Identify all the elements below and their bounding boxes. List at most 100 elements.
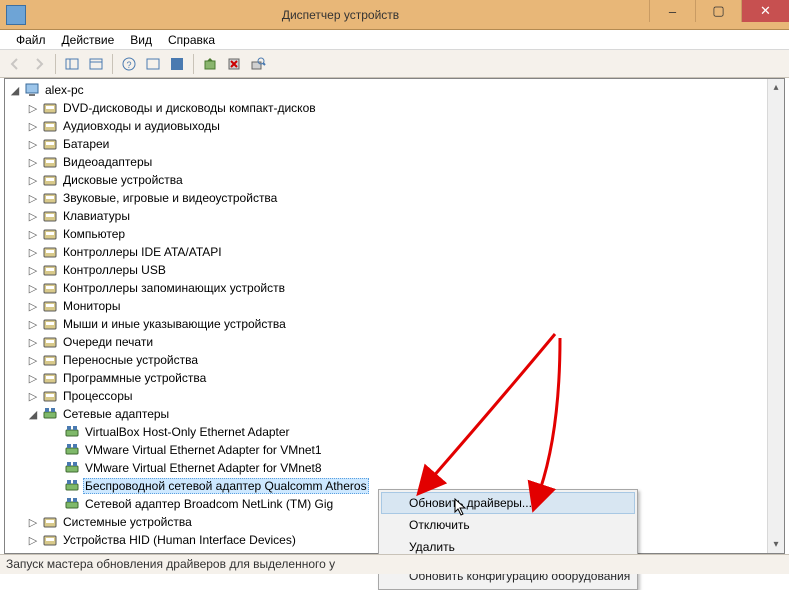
tree-device-label: Беспроводной сетевой адаптер Qualcomm At… (83, 478, 369, 494)
tree-category[interactable]: ▷ Компьютер (5, 225, 784, 243)
collapse-icon[interactable]: ◢ (27, 408, 39, 421)
tree-device[interactable]: VirtualBox Host-Only Ethernet Adapter (5, 423, 784, 441)
expand-icon[interactable]: ▷ (27, 228, 39, 241)
expand-icon[interactable]: ▷ (27, 372, 39, 385)
scroll-down-button[interactable]: ▾ (768, 536, 784, 553)
scroll-up-button[interactable]: ▴ (768, 79, 784, 96)
tree-category-label: Программные устройства (61, 370, 208, 386)
vertical-scrollbar[interactable]: ▴ ▾ (767, 79, 784, 553)
tree-device-label: VMware Virtual Ethernet Adapter for VMne… (83, 460, 324, 476)
tree-device[interactable]: VMware Virtual Ethernet Adapter for VMne… (5, 459, 784, 477)
tree-category[interactable]: ▷ Дисковые устройства (5, 171, 784, 189)
menu-view[interactable]: Вид (122, 31, 160, 49)
tree-category-label: Аудиовходы и аудиовыходы (61, 118, 222, 134)
back-button[interactable] (4, 53, 26, 75)
title-bar: Диспетчер устройств – ▢ ✕ (0, 0, 789, 30)
tree-category[interactable]: ▷ Процессоры (5, 387, 784, 405)
expand-icon[interactable]: ▷ (27, 516, 39, 529)
tree-category[interactable]: ▷ DVD-дисководы и дисководы компакт-диско… (5, 99, 784, 117)
menu-help[interactable]: Справка (160, 31, 223, 49)
svg-text:?: ? (126, 60, 131, 70)
expand-icon[interactable]: ▷ (27, 336, 39, 349)
expand-icon[interactable]: ▷ (27, 138, 39, 151)
show-hide-tree-button[interactable] (61, 53, 83, 75)
tree-category[interactable]: ▷Мыши и иные указывающие устройства (5, 315, 784, 333)
toolbar-separator (55, 54, 56, 74)
toolbar-separator (193, 54, 194, 74)
tree-category[interactable]: ▷Видеоадаптеры (5, 153, 784, 171)
close-button[interactable]: ✕ (741, 0, 789, 22)
expand-icon[interactable]: ▷ (27, 102, 39, 115)
tree-category-label: Очереди печати (61, 334, 155, 350)
tree-category[interactable]: ▷ Контроллеры USB (5, 261, 784, 279)
window-title: Диспетчер устройств (32, 8, 649, 22)
expand-icon[interactable]: ▷ (27, 210, 39, 223)
expand-icon[interactable]: ▷ (27, 156, 39, 169)
app-icon (6, 5, 26, 25)
tree-category-label: Системные устройства (61, 514, 194, 530)
tree-category[interactable]: ▷ Клавиатуры (5, 207, 784, 225)
tree-root[interactable]: ◢ alex-pc (5, 81, 784, 99)
help-button[interactable]: ? (118, 53, 140, 75)
minimize-button[interactable]: – (649, 0, 695, 22)
window-controls: – ▢ ✕ (649, 0, 789, 29)
tree-category-label: Мониторы (61, 298, 122, 314)
tree-category-label: Компьютер (61, 226, 127, 242)
expand-icon[interactable]: ▷ (27, 174, 39, 187)
tree-category[interactable]: ▷Контроллеры IDE ATA/ATAPI (5, 243, 784, 261)
expand-icon[interactable]: ▷ (27, 354, 39, 367)
tree-category-label: Дисковые устройства (61, 172, 185, 188)
expand-icon[interactable]: ▷ (27, 318, 39, 331)
toolbar: ? (0, 50, 789, 78)
tree-root-label: alex-pc (43, 82, 86, 98)
tree-category-label: Устройства HID (Human Interface Devices) (61, 532, 298, 548)
tree-category-label: Клавиатуры (61, 208, 132, 224)
device-tree[interactable]: ◢ alex-pc ▷ DVD-дисководы и дисководы компа… (5, 79, 784, 553)
maximize-button[interactable]: ▢ (695, 0, 741, 22)
expand-icon[interactable]: ▷ (27, 282, 39, 295)
tree-category-label: Процессоры (61, 388, 135, 404)
ctx-update-drivers[interactable]: Обновить драйверы... (381, 492, 635, 514)
tree-device[interactable]: VMware Virtual Ethernet Adapter for VMne… (5, 441, 784, 459)
scan-hardware-button[interactable] (247, 53, 269, 75)
tree-category[interactable]: ▷ Аудиовходы и аудиовыходы (5, 117, 784, 135)
properties-button[interactable] (85, 53, 107, 75)
expand-icon[interactable]: ▷ (27, 264, 39, 277)
expand-icon[interactable]: ▷ (27, 390, 39, 403)
expand-icon[interactable]: ▷ (27, 300, 39, 313)
collapse-icon[interactable]: ◢ (9, 84, 21, 97)
tree-category[interactable]: ▷ Очереди печати (5, 333, 784, 351)
tree-category-label: Звуковые, игровые и видеоустройства (61, 190, 279, 206)
tree-category-label: Переносные устройства (61, 352, 200, 368)
toolbar-separator (112, 54, 113, 74)
tree-category[interactable]: ▷ Звуковые, игровые и видеоустройства (5, 189, 784, 207)
tree-category-network[interactable]: ◢Сетевые адаптеры (5, 405, 784, 423)
tree-device-label: Сетевой адаптер Broadcom NetLink (TM) Gi… (83, 496, 335, 512)
toolbar-icon[interactable] (166, 53, 188, 75)
tree-device-label: VMware Virtual Ethernet Adapter for VMne… (83, 442, 324, 458)
tree-category[interactable]: ▷ Переносные устройства (5, 351, 784, 369)
update-driver-button[interactable] (199, 53, 221, 75)
tree-category-label: DVD-дисководы и дисководы компакт-дисков (61, 100, 318, 116)
toolbar-icon[interactable] (142, 53, 164, 75)
forward-button[interactable] (28, 53, 50, 75)
tree-category[interactable]: ▷ Мониторы (5, 297, 784, 315)
tree-category[interactable]: ▷ Контроллеры запоминающих устройств (5, 279, 784, 297)
tree-category-label: Контроллеры USB (61, 262, 168, 278)
tree-category[interactable]: ▷ Батареи (5, 135, 784, 153)
device-tree-panel: ◢ alex-pc ▷ DVD-дисководы и дисководы компа… (4, 78, 785, 554)
menu-action[interactable]: Действие (54, 31, 123, 49)
expand-icon[interactable]: ▷ (27, 534, 39, 547)
uninstall-button[interactable] (223, 53, 245, 75)
tree-device-label: VirtualBox Host-Only Ethernet Adapter (83, 424, 292, 440)
expand-icon[interactable]: ▷ (27, 246, 39, 259)
tree-category[interactable]: ▷ Программные устройства (5, 369, 784, 387)
menu-bar: Файл Действие Вид Справка (0, 30, 789, 50)
expand-icon[interactable]: ▷ (27, 192, 39, 205)
expand-icon[interactable]: ▷ (27, 120, 39, 133)
tree-category-label: Батареи (61, 136, 111, 152)
menu-file[interactable]: Файл (8, 31, 54, 49)
tree-category-label: Контроллеры запоминающих устройств (61, 280, 287, 296)
ctx-disable[interactable]: Отключить (381, 514, 635, 536)
status-bar: Запуск мастера обновления драйверов для … (0, 554, 789, 574)
